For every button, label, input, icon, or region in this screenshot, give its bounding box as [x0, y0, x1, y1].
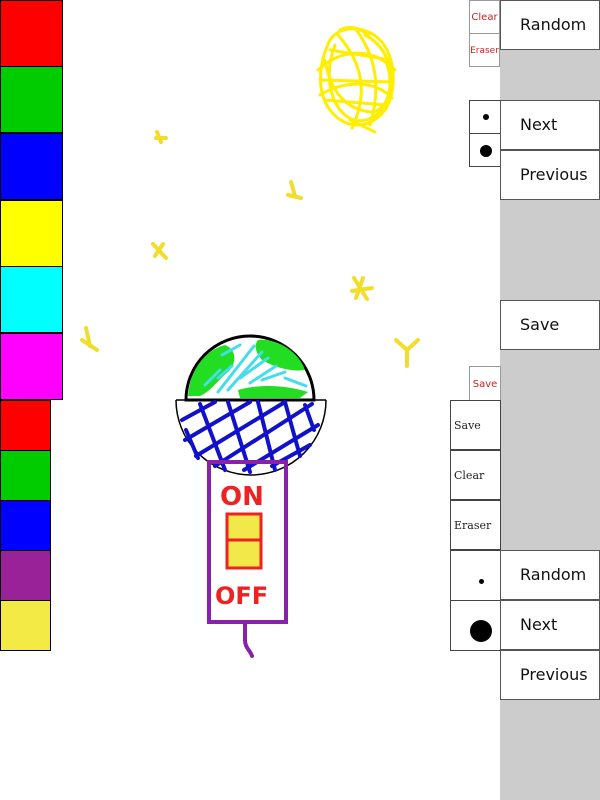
- star: [80, 326, 99, 352]
- color-swatch-cyan[interactable]: [0, 266, 63, 333]
- sun-scribble: [316, 26, 397, 134]
- switch-body-illustration: ON OFF: [207, 460, 288, 658]
- save-serif-button[interactable]: Save: [450, 400, 501, 450]
- clear-serif-button[interactable]: Clear: [450, 450, 501, 500]
- color-swatch-green-2[interactable]: [0, 450, 51, 501]
- color-swatch-green[interactable]: [0, 66, 63, 133]
- eraser-serif-button[interactable]: Eraser: [450, 500, 501, 550]
- large-dot-icon: [480, 145, 492, 157]
- drawing-canvas[interactable]: ON OFF: [63, 0, 450, 800]
- previous-button[interactable]: Previous: [500, 150, 600, 200]
- brush-size-small-button-2[interactable]: [450, 550, 501, 601]
- star: [154, 130, 168, 144]
- random-button[interactable]: Random: [500, 0, 600, 50]
- brush-size-large-button[interactable]: [469, 133, 501, 167]
- color-swatch-red-2[interactable]: [0, 400, 51, 451]
- color-swatch-blue-2[interactable]: [0, 500, 51, 551]
- eraser-button[interactable]: Eraser: [469, 33, 500, 67]
- color-swatch-purple[interactable]: [0, 550, 51, 601]
- globe-illustration: [175, 334, 327, 476]
- large-dot-icon: [470, 620, 492, 642]
- color-swatch-yellow[interactable]: [0, 200, 63, 267]
- next-button-2[interactable]: Next: [500, 600, 600, 650]
- color-swatch-blue[interactable]: [0, 133, 63, 200]
- small-dot-icon: [483, 114, 489, 120]
- brush-size-small-button[interactable]: [469, 100, 501, 134]
- brush-size-large-button-2[interactable]: [450, 600, 501, 651]
- star: [286, 180, 303, 200]
- switch-off-label: OFF: [215, 582, 268, 610]
- random-button-2[interactable]: Random: [500, 550, 600, 600]
- color-swatch-light-yellow[interactable]: [0, 600, 51, 651]
- color-swatch-red[interactable]: [0, 0, 63, 67]
- star: [350, 276, 374, 301]
- switch-on-label: ON: [220, 482, 264, 512]
- save-small-button[interactable]: Save: [469, 366, 501, 401]
- save-button[interactable]: Save: [500, 300, 600, 350]
- clear-button[interactable]: Clear: [469, 0, 500, 34]
- small-dot-icon: [479, 579, 484, 584]
- star: [151, 242, 168, 260]
- color-swatch-magenta[interactable]: [0, 333, 63, 400]
- previous-button-2[interactable]: Previous: [500, 650, 600, 700]
- stars: [80, 130, 420, 368]
- star: [394, 338, 420, 368]
- next-button[interactable]: Next: [500, 100, 600, 150]
